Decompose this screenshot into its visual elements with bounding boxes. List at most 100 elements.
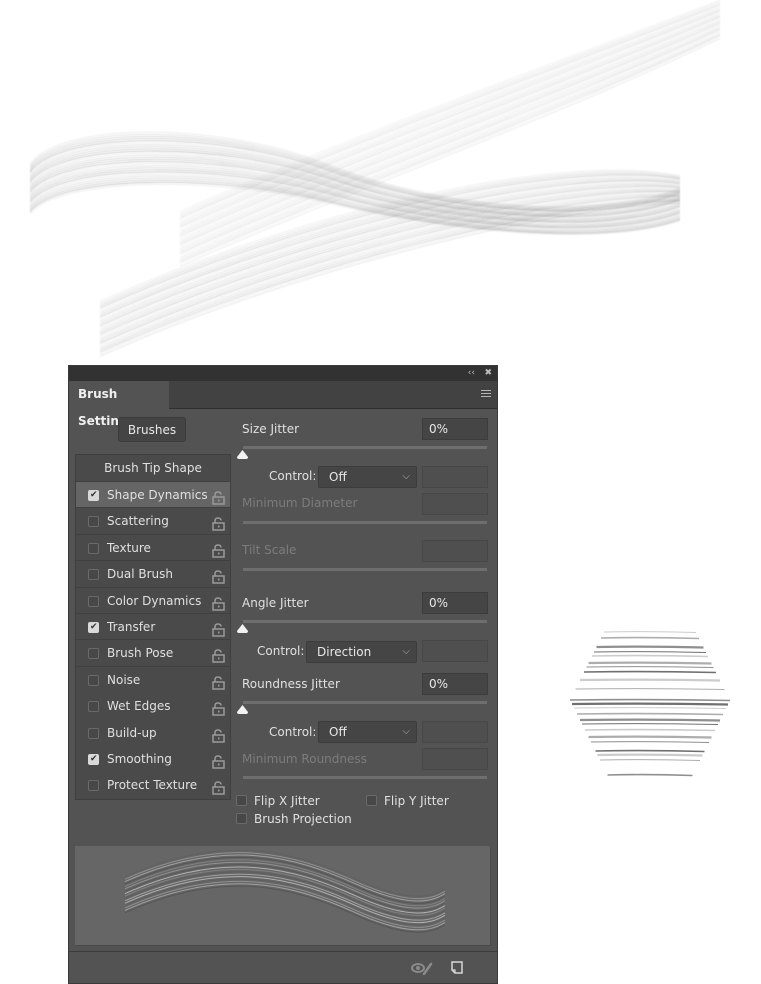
chevron-down-icon: ⌵: [402, 726, 410, 737]
option-checkbox[interactable]: [88, 780, 99, 792]
option-checkbox[interactable]: [88, 648, 99, 660]
option-checkbox[interactable]: [88, 620, 99, 634]
option-label: Wet Edges: [107, 699, 171, 714]
panel-menu-icon[interactable]: [481, 390, 491, 399]
option-smoothing[interactable]: Smoothing: [76, 746, 230, 772]
option-shape-dynamics[interactable]: Shape Dynamics: [76, 482, 230, 509]
option-color-dynamics[interactable]: Color Dynamics: [76, 588, 230, 614]
brush-options-list: Brush Tip Shape Shape Dynamics Scattering…: [75, 454, 231, 800]
option-label: Smoothing: [107, 751, 172, 766]
brush-settings-panel: ‹‹ ✖ Brush Settings Brushes Brush Tip Sh…: [68, 365, 498, 984]
option-checkbox[interactable]: [88, 569, 99, 581]
lock-icon[interactable]: [212, 726, 225, 743]
option-checkbox[interactable]: [88, 752, 99, 766]
lock-icon[interactable]: [212, 646, 225, 664]
lock-icon[interactable]: [212, 594, 225, 611]
size-control-field: [422, 466, 488, 488]
chevron-down-icon: ⌵: [402, 646, 410, 657]
flip-x-jitter-checkbox[interactable]: Flip X Jitter: [236, 794, 320, 808]
option-checkbox[interactable]: [88, 542, 99, 554]
option-brush-tip-shape[interactable]: Brush Tip Shape: [76, 455, 230, 482]
roundness-jitter-slider-thumb[interactable]: [237, 705, 248, 714]
flip-y-jitter-label: Flip Y Jitter: [384, 794, 449, 808]
roundness-control-label: Control:: [269, 725, 317, 739]
option-checkbox[interactable]: [88, 727, 99, 739]
tab-brush-settings[interactable]: Brush Settings: [69, 381, 169, 428]
minimum-diameter-input: [422, 493, 488, 515]
option-protect-texture[interactable]: Protect Texture: [76, 772, 230, 798]
option-label: Color Dynamics: [107, 593, 202, 608]
panel-titlebar[interactable]: ‹‹ ✖: [69, 366, 497, 381]
minimum-roundness-slider: [243, 776, 487, 779]
chevron-down-icon: ⌵: [402, 471, 410, 482]
brush-projection-label: Brush Projection: [254, 812, 352, 826]
option-checkbox[interactable]: [88, 701, 99, 713]
option-noise[interactable]: Noise: [76, 667, 230, 693]
panel-bottom-bar: [69, 951, 497, 984]
lock-icon[interactable]: [212, 752, 225, 769]
minimum-diameter-label: Minimum Diameter: [242, 496, 358, 510]
option-brush-pose[interactable]: Brush Pose: [76, 640, 230, 667]
option-wet-edges[interactable]: Wet Edges: [76, 693, 230, 719]
flip-y-jitter-checkbox[interactable]: Flip Y Jitter: [366, 794, 449, 808]
option-checkbox[interactable]: [88, 488, 99, 502]
option-dual-brush[interactable]: Dual Brush: [76, 561, 230, 588]
option-label: Scattering: [107, 514, 169, 529]
option-checkbox[interactable]: [88, 674, 99, 686]
option-label: Transfer: [107, 619, 156, 634]
minimum-roundness-input: [422, 748, 488, 770]
angle-control-select[interactable]: Direction ⌵: [306, 641, 417, 663]
lock-icon[interactable]: [212, 620, 225, 637]
angle-jitter-slider[interactable]: [243, 620, 487, 623]
lock-icon[interactable]: [212, 567, 225, 584]
option-transfer[interactable]: Transfer: [76, 614, 230, 641]
option-checkbox[interactable]: [88, 516, 99, 528]
lock-icon[interactable]: [212, 541, 225, 558]
option-build-up[interactable]: Build-up: [76, 720, 230, 746]
angle-jitter-input[interactable]: 0%: [422, 592, 488, 614]
lock-icon[interactable]: [212, 778, 225, 796]
option-label: Dual Brush: [107, 567, 173, 582]
lock-icon[interactable]: [212, 488, 225, 505]
option-checkbox[interactable]: [88, 595, 99, 607]
lock-icon[interactable]: [212, 699, 225, 716]
minimum-roundness-label: Minimum Roundness: [242, 752, 367, 766]
lock-icon[interactable]: [212, 673, 225, 690]
size-control-label: Control:: [269, 469, 317, 483]
lock-icon[interactable]: [212, 514, 225, 532]
brushes-button[interactable]: Brushes: [118, 417, 186, 442]
collapse-icon[interactable]: ‹‹: [468, 367, 475, 379]
angle-control-field: [422, 640, 488, 662]
minimum-diameter-slider: [243, 521, 487, 524]
option-texture[interactable]: Texture: [76, 535, 230, 562]
angle-control-label: Control:: [257, 644, 305, 658]
option-label: Brush Pose: [107, 646, 174, 661]
option-label: Protect Texture: [107, 778, 198, 793]
size-jitter-slider-thumb[interactable]: [237, 450, 248, 459]
size-jitter-slider[interactable]: [243, 446, 487, 449]
roundness-jitter-slider[interactable]: [243, 701, 487, 704]
option-label: Shape Dynamics: [107, 488, 208, 502]
option-label: Texture: [107, 540, 151, 555]
angle-jitter-slider-thumb[interactable]: [237, 624, 248, 633]
checkbox-box[interactable]: [236, 813, 247, 824]
roundness-control-value: Off: [329, 725, 347, 739]
size-control-select[interactable]: Off ⌵: [318, 466, 417, 488]
brush-stroke-preview: [75, 846, 491, 946]
toggle-live-tip-preview-icon[interactable]: [411, 961, 433, 975]
roundness-jitter-input[interactable]: 0%: [422, 673, 488, 695]
create-new-brush-icon[interactable]: [451, 961, 463, 974]
size-jitter-input[interactable]: 0%: [422, 418, 488, 440]
close-icon[interactable]: ✖: [484, 367, 492, 379]
brush-tip-sample: [569, 631, 731, 777]
checkbox-box[interactable]: [236, 795, 247, 806]
tilt-scale-input: [422, 540, 488, 562]
tilt-scale-slider: [243, 568, 487, 571]
brush-projection-checkbox[interactable]: Brush Projection: [236, 812, 352, 826]
flip-x-jitter-label: Flip X Jitter: [254, 794, 320, 808]
checkbox-box[interactable]: [366, 795, 377, 806]
option-scattering[interactable]: Scattering: [76, 508, 230, 535]
roundness-control-select[interactable]: Off ⌵: [318, 721, 417, 743]
angle-control-value: Direction: [317, 645, 372, 659]
tilt-scale-label: Tilt Scale: [242, 543, 297, 557]
